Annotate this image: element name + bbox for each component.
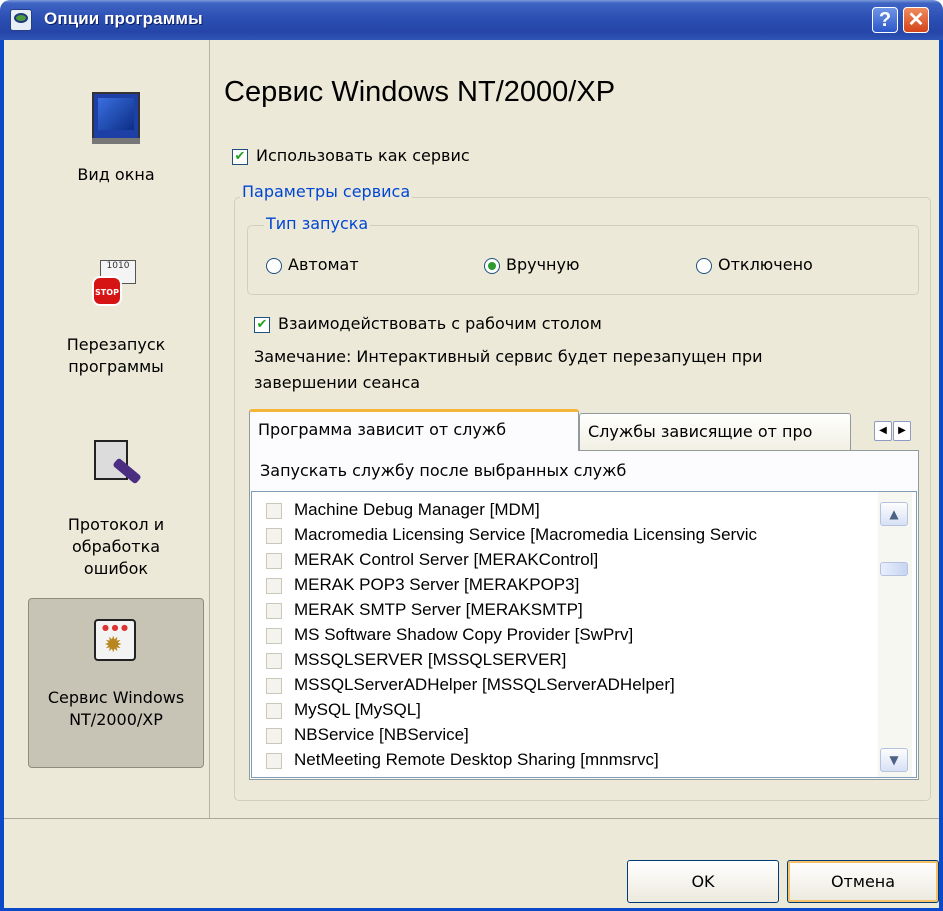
list-item[interactable]: Macromedia Licensing Service [Macromedia… [252,523,877,549]
tab-dependents[interactable]: Службы зависящие от про [579,413,851,451]
service-name: MERAK SMTP Server [MERAKSMTP] [294,600,583,619]
tab-panel: Запускать службу после выбранных служб M… [249,450,919,780]
startup-manual-radio[interactable] [484,258,500,274]
interact-desktop-label: Взаимодействовать с рабочим столом [278,314,602,333]
service-checkbox[interactable] [266,653,282,669]
service-checkbox[interactable] [266,703,282,719]
note-text-line1: Замечание: Интерактивный сервис будет пе… [254,347,763,366]
service-checkbox[interactable] [266,603,282,619]
service-checkbox[interactable] [266,578,282,594]
startup-manual-label: Вручную [506,255,580,274]
title-bar[interactable]: Опции программы ? ✕ [0,0,943,40]
tab-scroll-right-button[interactable]: ▶ [893,421,911,441]
service-name: NetMeeting Remote Desktop Sharing [mnmsr… [294,750,659,769]
startup-disabled-radio[interactable] [696,258,712,274]
list-item[interactable]: NetMeeting Remote Desktop Sharing [mnmsr… [252,748,877,774]
service-settings-page: Сервис Windows NT/2000/XP ✔ Использовать… [220,40,935,818]
service-name: MySQL [MySQL] [294,700,421,719]
scroll-up-button[interactable]: ▲ [880,502,908,526]
service-gear-icon [92,617,140,665]
help-button[interactable]: ? [872,7,898,33]
nav-item-label: Сервис Windows NT/2000/XP [47,688,185,729]
list-item[interactable]: NBService [NBService] [252,723,877,749]
service-checkbox[interactable] [266,628,282,644]
nav-item-label: Перезапуск программы [66,335,166,376]
startup-auto-label: Автомат [288,255,359,274]
tab-depends-on[interactable]: Программа зависит от служб [249,409,579,451]
window-title: Опции программы [44,9,203,28]
scroll-thumb[interactable] [880,562,908,576]
list-item[interactable]: MERAK SMTP Server [MERAKSMTP] [252,598,877,624]
list-item[interactable]: Machine Debug Manager [MDM] [252,498,877,524]
nav-item-restart[interactable]: Перезапуск программы [28,260,204,410]
nav-item-label: Протокол и обработка ошибок [67,515,165,578]
service-checkbox[interactable] [266,553,282,569]
service-name: MSSQLServerADHelper [MSSQLServerADHelper… [294,675,675,694]
monitor-icon [92,92,140,144]
nav-item-windows-service[interactable]: Сервис Windows NT/2000/XP [28,598,204,768]
options-dialog: Опции программы ? ✕ Вид окна Перезапуск … [0,0,943,911]
note-text-line2: завершении сеанса [254,373,421,392]
tab-scroll-left-button[interactable]: ◀ [874,421,892,441]
options-nav: Вид окна Перезапуск программы Протокол и… [4,40,210,818]
service-name: MERAK POP3 Server [MERAKPOP3] [294,575,580,594]
service-params-title: Параметры сервиса [240,182,413,201]
interact-desktop-checkbox[interactable]: ✔ [254,317,270,333]
service-checkbox[interactable] [266,753,282,769]
stop-sign-icon [92,260,140,308]
list-item[interactable]: MySQL [MySQL] [252,698,877,724]
scroll-down-button[interactable]: ▼ [880,748,908,772]
pen-log-icon [92,440,140,488]
list-item[interactable]: MS Software Shadow Copy Provider [SwPrv] [252,623,877,649]
startup-type-title: Тип запуска [264,214,371,233]
list-item[interactable]: MSSQLSERVER [MSSQLSERVER] [252,648,877,674]
service-checkbox[interactable] [266,503,282,519]
service-name: NBService [NBService] [294,725,469,744]
ok-button[interactable]: OK [627,860,779,903]
service-list[interactable]: Machine Debug Manager [MDM] Macromedia Li… [251,491,917,778]
nav-item-label: Вид окна [77,165,155,184]
service-name: MSSQLSERVER [MSSQLSERVER] [294,650,567,669]
list-scrollbar[interactable]: ▲ ▼ [878,492,912,777]
service-name: Macromedia Licensing Service [Macromedia… [294,525,757,544]
list-item[interactable]: MERAK POP3 Server [MERAKPOP3] [252,573,877,599]
use-as-service-label: Использовать как сервис [256,146,470,165]
list-item[interactable]: MERAK Control Server [MERAKControl] [252,548,877,574]
service-checkbox[interactable] [266,528,282,544]
page-title: Сервис Windows NT/2000/XP [224,76,616,108]
nav-item-logging[interactable]: Протокол и обработка ошибок [28,440,204,600]
service-checkbox[interactable] [266,678,282,694]
window-frame-right [939,40,943,911]
service-name: MERAK Control Server [MERAKControl] [294,550,599,569]
panel-caption: Запускать службу после выбранных служб [260,461,627,480]
service-name: MS Software Shadow Copy Provider [SwPrv] [294,625,634,644]
app-icon [10,9,32,31]
service-name: Machine Debug Manager [MDM] [294,500,540,519]
startup-disabled-label: Отключено [718,255,813,274]
nav-item-window-view[interactable]: Вид окна [28,92,204,237]
close-button[interactable]: ✕ [903,7,929,33]
dialog-button-bar: OK Отмена [4,818,939,908]
cancel-button[interactable]: Отмена [787,860,939,903]
dialog-client-area: Вид окна Перезапуск программы Протокол и… [4,40,939,908]
use-as-service-checkbox[interactable]: ✔ [232,149,248,165]
list-item[interactable]: MSSQLServerADHelper [MSSQLServerADHelper… [252,673,877,699]
service-checkbox[interactable] [266,728,282,744]
startup-auto-radio[interactable] [266,258,282,274]
